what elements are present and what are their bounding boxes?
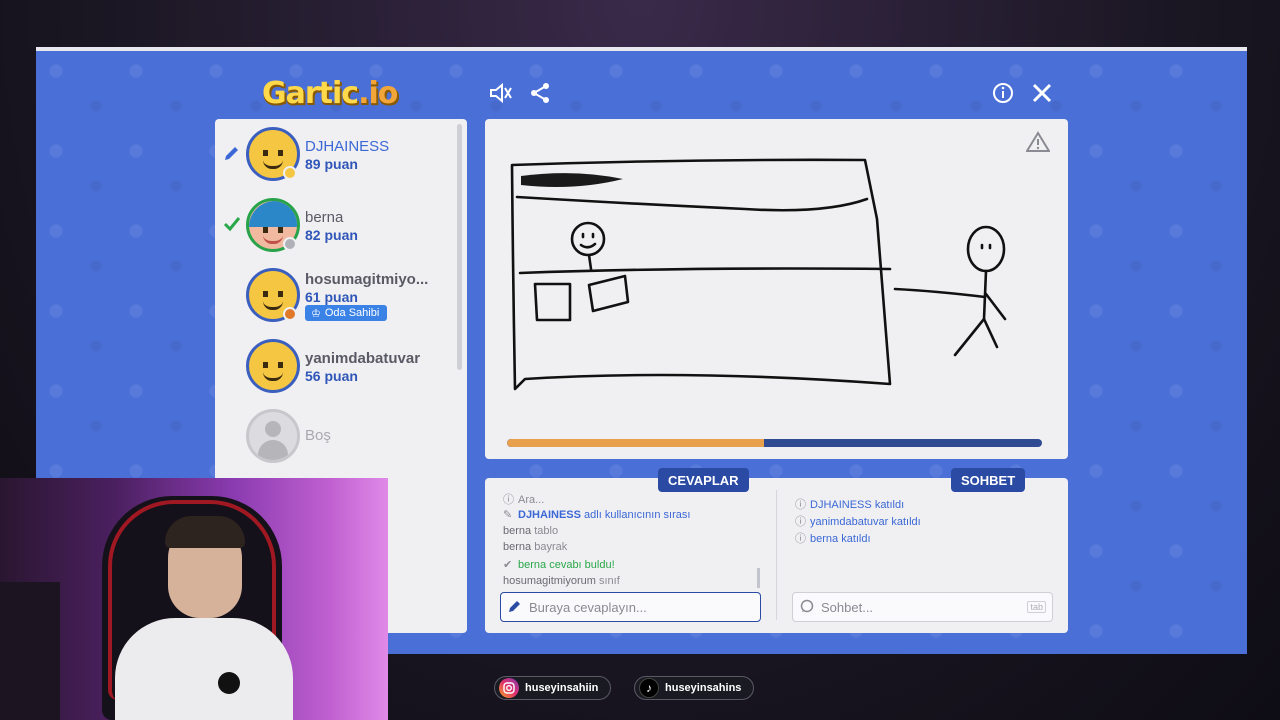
check-icon xyxy=(223,215,241,238)
close-icon[interactable] xyxy=(1029,80,1055,106)
info-icon: ⓘ xyxy=(795,533,806,545)
warning-triangle-icon[interactable] xyxy=(1025,131,1051,155)
avatar xyxy=(246,339,300,393)
instagram-handle: huseyinsahiin xyxy=(494,676,612,700)
tiktok-icon: ♪ xyxy=(639,678,659,698)
chat-input-box[interactable]: tab xyxy=(792,592,1053,622)
info-icon[interactable] xyxy=(990,80,1016,106)
speaker-muted-icon[interactable] xyxy=(488,80,514,106)
chat-message: ⓘ berna katıldı xyxy=(795,530,871,546)
player-name: yanimdabatuvar xyxy=(305,350,421,367)
answer-input-box[interactable] xyxy=(500,592,761,622)
empty-slot[interactable]: Boş xyxy=(215,402,455,468)
round-timer-bar xyxy=(507,439,1042,447)
status-dot xyxy=(283,237,297,251)
empty-avatar-icon xyxy=(246,409,300,463)
tiktok-handle: ♪ huseyinsahins xyxy=(634,676,755,700)
answer-message: ⓘ Ara... xyxy=(503,491,544,507)
chat-message: ⓘ yanimdabatuvar katıldı xyxy=(795,513,921,529)
player-score: 89 puan xyxy=(305,156,358,172)
player-name: DJHAINESS xyxy=(305,138,390,155)
answer-message: ✎ DJHAINESS adlı kullanıcının sırası xyxy=(503,509,691,521)
chat-bubble-icon xyxy=(793,599,821,616)
info-icon: ⓘ xyxy=(795,499,806,511)
player-name: Boş xyxy=(305,427,331,444)
instagram-icon xyxy=(499,678,519,698)
player-card[interactable]: DJHAINESS 89 puan xyxy=(215,120,455,186)
drawing-sketch xyxy=(510,158,1007,391)
player-card[interactable]: berna 82 puan xyxy=(215,191,455,257)
info-icon: ⓘ xyxy=(795,516,806,528)
players-scrollbar[interactable] xyxy=(457,124,462,370)
player-name: hosumagitmiyo... xyxy=(305,271,429,288)
room-owner-badge: ♔ Oda Sahibi xyxy=(305,305,388,321)
answer-message: berna tablo xyxy=(503,525,559,537)
status-dot xyxy=(283,166,297,180)
webcam-overlay xyxy=(0,478,388,720)
chat-input[interactable] xyxy=(821,599,1021,615)
chat-message: ⓘ DJHAINESS katıldı xyxy=(795,496,904,512)
answer-message: ✔ berna cevabı buldu! xyxy=(503,559,615,571)
gartic-logo: Gartic.io xyxy=(262,76,398,111)
round-timer-fill xyxy=(507,439,764,447)
crown-icon: ♔ xyxy=(311,307,321,320)
check-icon: ✔ xyxy=(503,559,513,571)
answer-message: berna bayrak xyxy=(503,541,568,553)
share-icon[interactable] xyxy=(527,80,553,106)
panel-divider xyxy=(776,490,777,620)
pencil-icon xyxy=(501,599,529,616)
tab-key-hint: tab xyxy=(1027,601,1046,613)
tab-answers[interactable]: CEVAPLAR xyxy=(658,468,749,492)
microphone-icon xyxy=(218,672,240,694)
player-score: 82 puan xyxy=(305,227,358,243)
answers-scrollbar[interactable] xyxy=(757,568,760,588)
player-card[interactable]: yanimdabatuvar 56 puan xyxy=(215,332,455,398)
tab-chat[interactable]: SOHBET xyxy=(951,468,1026,492)
info-icon: ⓘ xyxy=(503,494,514,506)
pencil-icon xyxy=(223,144,241,167)
player-score: 61 puan xyxy=(305,289,358,305)
answer-input[interactable] xyxy=(529,599,729,615)
pencil-icon: ✎ xyxy=(503,509,513,521)
player-name: berna xyxy=(305,209,344,226)
answer-message: hosumagitmiyorum sınıf xyxy=(503,575,620,587)
status-dot xyxy=(283,307,297,321)
player-score: 56 puan xyxy=(305,368,358,384)
drawing-canvas[interactable] xyxy=(485,119,1068,459)
